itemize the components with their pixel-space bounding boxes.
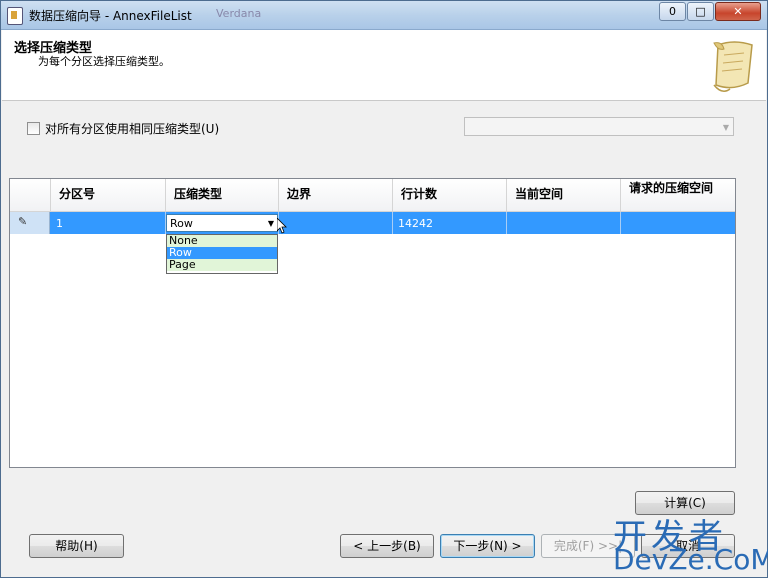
compression-type-select[interactable]: Row ▼: [166, 214, 278, 232]
watermark-bottom: DevZe.CoM: [613, 543, 768, 576]
page-subtitle: 为每个分区选择压缩类型。: [38, 55, 170, 68]
partition-grid[interactable]: 分区号 压缩类型 边界 行计数 当前空间 请求的压缩空间 ✎ 1 14242 R…: [9, 178, 736, 468]
scroll-icon: [713, 41, 753, 92]
col-partition-number[interactable]: 分区号: [51, 179, 166, 211]
global-compression-select[interactable]: ▼: [464, 117, 734, 136]
compression-type-value: Row: [170, 217, 193, 230]
title-bar[interactable]: 数据压缩向导 - AnnexFileList Verdana 0 □ ✕: [1, 1, 767, 30]
next-button[interactable]: 下一步(N) >: [440, 534, 535, 558]
row-header[interactable]: ✎: [10, 212, 50, 234]
wizard-window: 数据压缩向导 - AnnexFileList Verdana 0 □ ✕ 选择压…: [0, 0, 768, 578]
maximize-button[interactable]: □: [687, 2, 714, 21]
background-app-text: Verdana: [216, 7, 262, 20]
dropdown-option-page[interactable]: Page: [167, 259, 277, 271]
col-boundary[interactable]: 边界: [279, 179, 393, 211]
minimize-icon: 0: [669, 5, 676, 18]
cell-partition[interactable]: 1: [51, 212, 166, 234]
col-row-count[interactable]: 行计数: [393, 179, 507, 211]
wizard-header: 选择压缩类型 为每个分区选择压缩类型。: [2, 30, 766, 101]
col-requested-space[interactable]: 请求的压缩空间: [621, 179, 735, 211]
maximize-icon: □: [695, 5, 706, 18]
back-button[interactable]: < 上一步(B): [340, 534, 434, 558]
chevron-down-icon: ▼: [722, 123, 729, 132]
cell-requested-space[interactable]: [621, 212, 735, 234]
grid-corner: [10, 179, 51, 211]
col-compression-type[interactable]: 压缩类型: [166, 179, 279, 211]
window-title: 数据压缩向导 - AnnexFileList: [29, 9, 192, 23]
app-icon: [7, 7, 23, 25]
help-button[interactable]: 帮助(H): [29, 534, 124, 558]
dropdown-arrow-icon: ▼: [267, 219, 274, 228]
cell-boundary[interactable]: [279, 212, 393, 234]
same-type-option[interactable]: 对所有分区使用相同压缩类型(U): [27, 120, 219, 137]
minimize-button[interactable]: 0: [659, 2, 686, 21]
table-row[interactable]: ✎ 1 14242 Row ▼: [10, 212, 735, 234]
mouse-cursor-icon: [277, 218, 287, 234]
grid-header: 分区号 压缩类型 边界 行计数 当前空间 请求的压缩空间: [10, 179, 735, 212]
compression-dropdown-list[interactable]: None Row Page: [166, 234, 278, 274]
same-type-checkbox[interactable]: [27, 122, 40, 135]
cell-row-count[interactable]: 14242: [393, 212, 507, 234]
col-current-space[interactable]: 当前空间: [507, 179, 621, 211]
close-button[interactable]: ✕: [715, 2, 761, 21]
close-icon: ✕: [733, 5, 743, 18]
cell-current-space[interactable]: [507, 212, 621, 234]
same-type-label: 对所有分区使用相同压缩类型(U): [45, 122, 220, 136]
pencil-icon: ✎: [18, 215, 28, 228]
